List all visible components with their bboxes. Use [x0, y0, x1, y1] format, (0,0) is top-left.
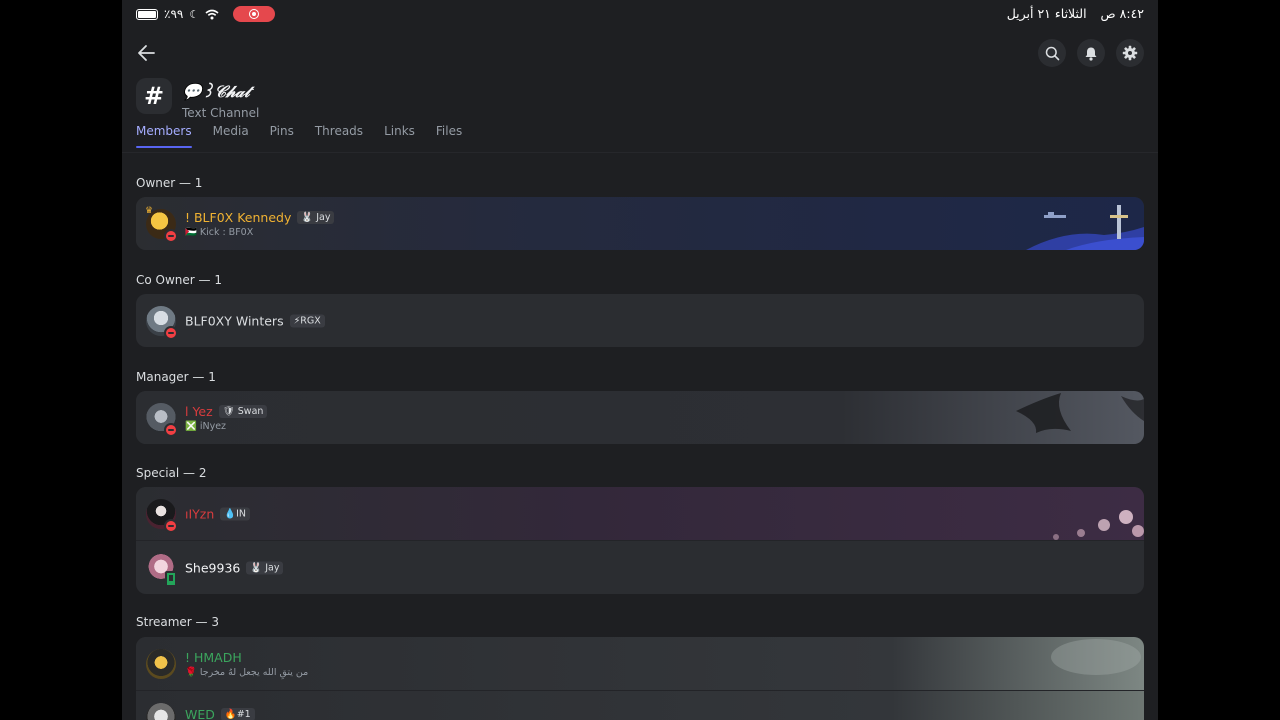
member-name: She9936 — [185, 560, 241, 575]
member-group-co-owner: BLF0XY Winters ⚡RGX — [136, 294, 1144, 347]
member-name: ا Yez — [185, 403, 213, 419]
member-tag: ⚡RGX — [289, 314, 325, 327]
member-name: WED — [185, 707, 215, 720]
member-name: ! BLF0X Kennedy — [185, 209, 292, 225]
member-name: BLF0XY Winters — [185, 313, 284, 328]
member-status-text: ❎ iNyez — [185, 420, 227, 432]
screen-recording-indicator[interactable] — [233, 6, 276, 22]
member-row[interactable]: ا Yez 🛡 Swan ❎ iNyez — [136, 391, 1144, 444]
search-icon — [1045, 46, 1059, 60]
member-row[interactable]: WED 🔥#1 — [136, 690, 1144, 720]
crown-icon: ♛ — [145, 206, 154, 216]
member-group-manager: ا Yez 🛡 Swan ❎ iNyez — [136, 391, 1144, 444]
status-left: ٪٩٩ ☾ — [136, 6, 276, 22]
notifications-button[interactable] — [1077, 39, 1105, 67]
moon-icon: ☾ — [189, 7, 200, 21]
profile-banner — [136, 691, 1144, 720]
tab-files[interactable]: Files — [436, 124, 462, 148]
section-title-streamer: Streamer — 3 — [136, 615, 219, 629]
avatar — [146, 648, 176, 679]
member-status-text: 🌹 من يتقِ الله يجعل لهُ مخرجا — [185, 666, 309, 678]
dnd-status-icon — [164, 228, 178, 243]
member-status-text: 🇵🇸 Kick : BF0X — [185, 226, 254, 238]
member-row[interactable]: ıIYzn 💧IN — [136, 487, 1144, 540]
channel-info-panel: # 💬꒱𝒞𝒽𝒶𝓉 Text Channel Members Media Pins… — [122, 0, 1158, 720]
tab-links[interactable]: Links — [384, 124, 415, 148]
top-actions — [1038, 39, 1144, 67]
member-tag: 🔥#1 — [220, 708, 255, 720]
profile-banner — [136, 391, 1144, 444]
bell-icon — [1085, 47, 1097, 61]
channel-title: 💬꒱𝒞𝒽𝒶𝓉 — [182, 82, 250, 101]
arrow-left-icon — [138, 45, 155, 61]
top-bar — [122, 36, 1158, 70]
settings-button[interactable] — [1116, 39, 1144, 67]
status-time: ٨:٤٢ ص — [1100, 6, 1144, 21]
channel-hash-icon: # — [136, 78, 172, 114]
member-row[interactable]: BLF0XY Winters ⚡RGX — [136, 294, 1144, 347]
member-group-owner: ♛ ! BLF0X Kennedy 🐰 Jay 🇵🇸 Kick : BF0X — [136, 197, 1144, 250]
section-title-co-owner: Co Owner — 1 — [136, 273, 222, 287]
member-row[interactable]: ♛ ! BLF0X Kennedy 🐰 Jay 🇵🇸 Kick : BF0X — [136, 197, 1144, 250]
channel-tabs: Members Media Pins Threads Links Files — [136, 124, 462, 148]
section-title-owner: Owner — 1 — [136, 176, 203, 190]
member-group-streamer: ! HMADH 🌹 من يتقِ الله يجعل لهُ مخرجا WE… — [136, 637, 1144, 720]
dnd-status-icon — [164, 325, 178, 340]
member-group-special: ıIYzn 💧IN She9936 🐰 Jay — [136, 487, 1144, 594]
status-bar: ٪٩٩ ☾ ٨:٤٢ ص الثلاثاء ٢١ أبريل — [0, 0, 1280, 28]
tab-pins[interactable]: Pins — [270, 124, 294, 148]
member-name: ıIYzn — [185, 506, 215, 521]
tabs-divider — [122, 152, 1158, 153]
member-tag: 🛡 Swan — [218, 404, 268, 418]
member-tag: 🐰 Jay — [297, 210, 335, 224]
section-title-manager: Manager — 1 — [136, 370, 216, 384]
member-name: ! HMADH — [185, 649, 242, 665]
mobile-status-icon — [165, 570, 177, 587]
member-tag: 💧IN — [220, 507, 251, 520]
battery-level: ٪٩٩ — [164, 7, 184, 21]
avatar — [146, 702, 176, 720]
member-row[interactable]: ! HMADH 🌹 من يتقِ الله يجعل لهُ مخرجا — [136, 637, 1144, 690]
tab-members[interactable]: Members — [136, 124, 192, 148]
wifi-icon — [205, 9, 219, 19]
search-button[interactable] — [1038, 39, 1066, 67]
tab-media[interactable]: Media — [213, 124, 249, 148]
status-datetime: ٨:٤٢ ص الثلاثاء ٢١ أبريل — [997, 6, 1144, 21]
profile-banner — [136, 487, 1144, 540]
back-button[interactable] — [136, 42, 158, 64]
member-tag: 🐰 Jay — [246, 561, 284, 574]
member-row[interactable]: She9936 🐰 Jay — [136, 540, 1144, 594]
battery-icon — [136, 8, 158, 20]
dnd-status-icon — [164, 518, 178, 533]
tab-threads[interactable]: Threads — [315, 124, 363, 148]
record-icon — [249, 9, 260, 19]
status-date: الثلاثاء ٢١ أبريل — [1006, 6, 1087, 21]
dnd-status-icon — [164, 422, 178, 437]
channel-header: # 💬꒱𝒞𝒽𝒶𝓉 Text Channel — [136, 78, 259, 120]
channel-type: Text Channel — [182, 106, 260, 120]
section-title-special: Special — 2 — [136, 466, 207, 480]
gear-icon — [1122, 45, 1138, 61]
